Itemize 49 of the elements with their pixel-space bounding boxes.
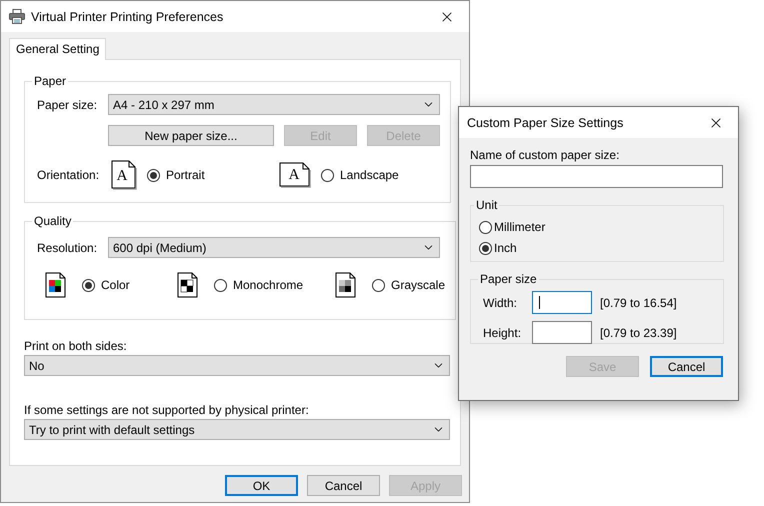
field-label: Height: [483, 326, 522, 340]
field-label: Print on both sides: [24, 339, 127, 353]
duplex-dropdown[interactable]: No [24, 355, 450, 376]
field-label: Resolution: [37, 240, 98, 254]
field-label: If some settings are not supported by physical printer: [24, 403, 309, 417]
resolution-dropdown[interactable]: 600 dpi (Medium) [108, 237, 440, 258]
input-field[interactable] [532, 321, 592, 344]
page-squares-icon [335, 272, 356, 298]
dialog-button[interactable]: Cancel [307, 475, 380, 496]
field-label: Name of custom paper size: [470, 148, 620, 162]
radio-label: Inch [494, 241, 517, 255]
fallback-dropdown[interactable]: Try to print with default settings [24, 419, 450, 440]
input-field[interactable] [470, 165, 723, 188]
radio-label: Portrait [166, 168, 205, 182]
radio-button[interactable] [479, 242, 492, 254]
portrait-page-icon: A [111, 160, 137, 190]
tab[interactable]: General Setting [9, 38, 106, 60]
window-title: Virtual Printer Printing Preferences [31, 10, 224, 24]
radio-label: Landscape [340, 168, 399, 182]
dialog-button[interactable]: OK [225, 475, 298, 496]
radio-label: Grayscale [391, 278, 446, 292]
radio-button[interactable] [321, 168, 334, 182]
input-field[interactable] [532, 291, 592, 314]
radio-label: Millimeter [494, 220, 546, 234]
window-title: Custom Paper Size Settings [467, 116, 624, 130]
field-label: Paper size: [37, 98, 98, 112]
group-title: Paper [33, 74, 68, 88]
dialog-button[interactable]: Cancel [650, 356, 723, 377]
group-title: Unit [475, 198, 498, 212]
page-squares-icon [177, 272, 198, 298]
range-hint: [0.79 to 23.39] [600, 326, 677, 340]
paper-button[interactable]: New paper size... [108, 125, 274, 146]
radio-label: Monochrome [233, 278, 304, 292]
group-title: Paper size [479, 272, 538, 286]
radio-button[interactable] [214, 278, 227, 292]
text-cursor [539, 296, 540, 309]
page-squares-icon [45, 272, 66, 298]
field-label: Width: [483, 296, 518, 310]
radio-button[interactable] [147, 168, 160, 182]
paper-size-dropdown[interactable]: A4 - 210 x 297 mm [108, 94, 440, 115]
field-label: Orientation: [37, 168, 100, 182]
radio-button[interactable] [479, 220, 492, 234]
printer-icon [9, 9, 25, 24]
radio-button[interactable] [372, 278, 385, 292]
radio-button[interactable] [82, 278, 95, 292]
landscape-page-icon: A [279, 162, 311, 188]
radio-label: Color [101, 278, 130, 292]
range-hint: [0.79 to 16.54] [600, 296, 677, 310]
group-title: Quality [33, 214, 72, 228]
